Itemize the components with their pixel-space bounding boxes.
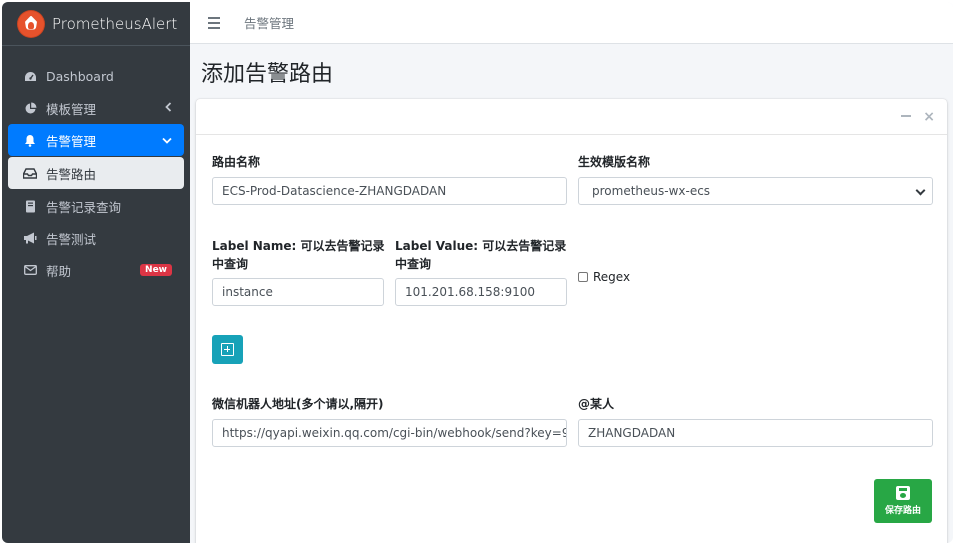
regex-label: Regex: [593, 270, 631, 284]
sidebar-item-alert-management[interactable]: 告警管理: [8, 124, 184, 156]
template-select[interactable]: prometheus-wx-ecs: [578, 177, 933, 205]
regex-checkbox[interactable]: [578, 272, 588, 282]
plus-square-icon: [221, 343, 234, 356]
card-header: ×: [196, 99, 947, 135]
prometheus-logo-icon: [18, 10, 44, 37]
sidebar-item-label: 告警测试: [46, 231, 97, 247]
sidebar-item-help[interactable]: 帮助 New: [8, 254, 184, 286]
chevron-left-icon: [165, 101, 172, 115]
sidebar-item-label: 告警路由: [46, 166, 97, 182]
sidebar-item-label: 模板管理: [46, 101, 97, 117]
route-name-label: 路由名称: [212, 155, 261, 169]
sidebar-item-alert-records[interactable]: 告警记录查询: [8, 190, 184, 222]
top-nav-link[interactable]: 告警管理: [244, 13, 294, 32]
book-icon: [22, 200, 38, 213]
sidebar-item-dashboard[interactable]: Dashboard: [8, 60, 184, 92]
top-navbar: 告警管理: [190, 2, 953, 44]
inbox-icon: [22, 167, 38, 179]
template-select-value: prometheus-wx-ecs: [592, 184, 711, 198]
at-user-label: @某人: [578, 397, 615, 411]
sidebar-nav: Dashboard 模板管理 告警管理 告警路由 告警记录查询 告警测试 帮助 …: [2, 46, 190, 286]
route-name-input[interactable]: ECS-Prod-Datascience-ZHANGDADAN: [212, 177, 567, 205]
tachometer-icon: [22, 71, 38, 82]
at-user-input[interactable]: ZHANGDADAN: [578, 419, 933, 447]
label-name-label: Label Name: 可以去告警记录中查询: [212, 239, 385, 271]
hamburger-menu-icon[interactable]: [208, 16, 220, 29]
sidebar: PrometheusAlert Dashboard 模板管理 告警管理 告警路由…: [2, 2, 190, 543]
save-route-label: 保存路由: [884, 506, 921, 516]
sidebar-item-label: Dashboard: [46, 68, 114, 84]
close-icon[interactable]: ×: [923, 109, 935, 125]
label-value-label: Label Value: 可以去告警记录中查询: [395, 239, 567, 271]
collapse-icon[interactable]: [901, 109, 911, 117]
chart-pie-icon: [22, 102, 38, 115]
save-icon: [896, 486, 910, 500]
new-badge: New: [140, 264, 172, 276]
brand[interactable]: PrometheusAlert: [2, 2, 190, 46]
sidebar-item-alert-test[interactable]: 告警测试: [8, 222, 184, 254]
label-value-input[interactable]: 101.201.68.158:9100: [395, 278, 567, 306]
chevron-down-icon: [915, 185, 926, 196]
label-name-input[interactable]: instance: [212, 278, 384, 306]
sidebar-item-label: 告警管理: [46, 133, 97, 149]
sidebar-item-label: 帮助: [46, 263, 72, 279]
sidebar-item-templates[interactable]: 模板管理: [8, 92, 184, 124]
app-window: PrometheusAlert Dashboard 模板管理 告警管理 告警路由…: [2, 2, 953, 543]
save-route-button[interactable]: 保存路由: [874, 479, 932, 523]
template-label: 生效模版名称: [578, 155, 651, 169]
webhook-input[interactable]: https://qyapi.weixin.qq.com/cgi-bin/webh…: [212, 419, 567, 447]
envelope-icon: [22, 265, 38, 275]
brand-name: PrometheusAlert: [52, 14, 178, 33]
webhook-label: 微信机器人地址(多个请以,隔开): [212, 397, 384, 411]
page-title: 添加告警路由: [201, 62, 334, 87]
sidebar-item-alert-routes[interactable]: 告警路由: [8, 157, 184, 189]
bullhorn-icon: [22, 232, 38, 244]
chevron-down-icon: [162, 134, 172, 147]
sidebar-item-label: 告警记录查询: [46, 199, 122, 215]
add-label-button[interactable]: [212, 335, 243, 364]
route-form-card: × 路由名称 ECS-Prod-Datascience-ZHANGDADAN 生…: [196, 99, 947, 543]
bell-icon: [22, 134, 38, 147]
